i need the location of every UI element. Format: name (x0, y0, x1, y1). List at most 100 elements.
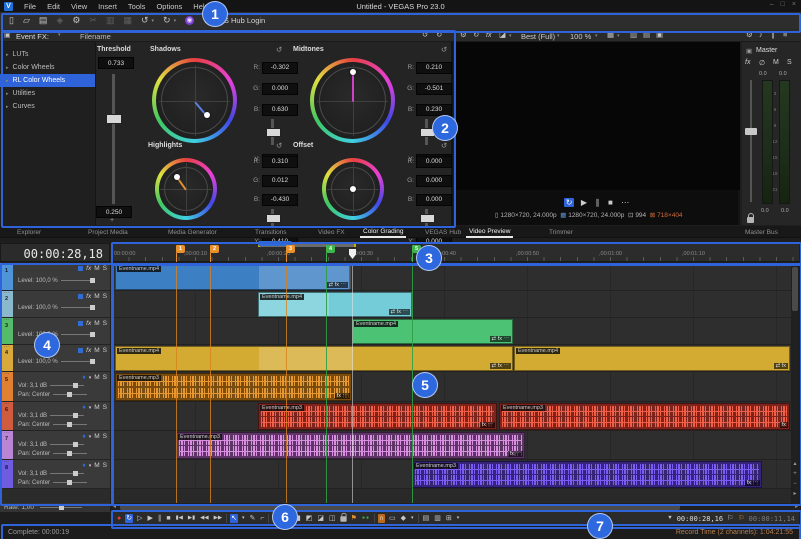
timeline-ruler[interactable]: 00:00:00 ,00:00:10 ,00:00:20 ,00:00:30 ,… (112, 243, 799, 262)
offset-wheel-dot[interactable] (350, 186, 356, 192)
highlights-y-slider[interactable] (271, 209, 274, 227)
prev-frame-button[interactable]: ◀◀ (199, 515, 209, 523)
clip-buttons[interactable]: ⇄ fx ⋯ (327, 282, 348, 288)
pan-move-icon[interactable]: + (110, 217, 114, 224)
vegas-hub-login-button[interactable]: VEGAS Hub Login (203, 16, 265, 25)
preview-external-monitor-icon[interactable]: ▣ (656, 31, 663, 39)
audio-clip[interactable]: Eventname.mp3 fx ⋯ (176, 432, 525, 459)
track-solo-button[interactable]: S (103, 320, 107, 327)
track-header-7[interactable]: ⋯7 ♦▾MS Vol: 3,1 dB Pan: Center (0, 431, 110, 460)
threshold-top-value[interactable]: 0.733 (98, 57, 134, 69)
marker-flag-4[interactable]: 4 (326, 245, 335, 253)
tab-project-media[interactable]: Project Media (85, 226, 131, 238)
zoom-in-icon[interactable]: + (791, 469, 799, 479)
master-gain-right[interactable]: 0.0 (779, 71, 787, 77)
fx-item-color-wheels[interactable]: ▸Color Wheels (0, 61, 95, 74)
timeline-events-area[interactable]: Eventname.mp4 ⇄ fx ⋯ Eventname.mp4 ⇄ fx … (112, 263, 799, 503)
track-color-strip[interactable]: ⋯6 (0, 402, 13, 430)
track-color-strip[interactable]: ⋯2 (0, 291, 13, 317)
preview-loop-play-button[interactable]: ↻ (564, 198, 575, 207)
offset-y-slider[interactable] (425, 209, 428, 227)
track-mute-button[interactable]: M (94, 265, 99, 272)
fx-item-luts[interactable]: ▸LUTs (0, 48, 95, 61)
next-frame-button[interactable]: ▶▶ (213, 515, 223, 523)
pan-slider[interactable] (53, 453, 87, 454)
cursor-time-display[interactable]: 00:00:28,16 (677, 515, 723, 523)
scrollbar-handle[interactable] (792, 267, 798, 311)
event-fx-panel-icon[interactable]: ▣ (4, 32, 11, 39)
fx-item-curves[interactable]: ▸Curves (0, 100, 95, 113)
track-solo-button[interactable]: S (103, 433, 107, 440)
track-fx-button[interactable]: fx (86, 347, 91, 354)
track-fx-button[interactable]: fx (86, 293, 91, 300)
offset-color-wheel[interactable] (322, 158, 384, 220)
tab-transitions[interactable]: Transitions (252, 226, 290, 238)
volume-slider[interactable] (50, 415, 84, 416)
highlights-r-value[interactable]: 0.310 (262, 156, 298, 168)
preview-overlay-dropdown-icon[interactable]: ▾ (509, 33, 512, 39)
grid-settings-button[interactable]: ⊞ (445, 514, 453, 523)
marker-flag-3[interactable]: 3 (286, 245, 295, 253)
tab-video-preview[interactable]: Video Preview (466, 226, 513, 238)
clip-buttons[interactable]: ⇄ fx ⋯ (389, 309, 410, 315)
group-button[interactable]: ◆ (400, 514, 407, 523)
stop-button[interactable]: ■ (165, 514, 171, 523)
track-mute-button[interactable]: M (94, 462, 99, 469)
selection-flag-icon[interactable]: ⚐ (737, 514, 745, 523)
paste-icon[interactable]: ▦ (123, 16, 132, 25)
track-envelope-icon[interactable]: ♦ (82, 404, 85, 411)
track-header-4[interactable]: ⋯4 fxMS Level: 100,0 % (0, 345, 110, 372)
open-project-icon[interactable]: ▱ (23, 16, 30, 25)
level-slider[interactable] (61, 361, 95, 362)
audio-clip[interactable]: Eventname.mp3 fx ⋯ (258, 403, 497, 430)
minimize-icon[interactable]: – (770, 1, 774, 8)
pan-slider[interactable] (53, 482, 87, 483)
trim-end-button[interactable]: ◨ (293, 514, 302, 523)
dropdown-icon[interactable]: ▾ (89, 463, 92, 469)
track-solo-button[interactable]: S (103, 347, 107, 354)
level-slider[interactable] (61, 280, 95, 281)
shadows-reset-icon[interactable]: ↺ (276, 45, 282, 54)
pan-slider[interactable] (53, 424, 87, 425)
preview-more-button[interactable]: ⋯ (619, 198, 631, 207)
audio-clip[interactable]: Eventname.mp3 fx (499, 403, 790, 430)
track-header-3[interactable]: ⋯3 fxMS Level: 100,0 % (0, 318, 110, 345)
split-button[interactable]: ◫ (328, 514, 337, 523)
master-meter-icon[interactable]: ∥ (771, 31, 775, 39)
play-button[interactable]: ▶ (147, 514, 154, 523)
trim-start-button[interactable]: ◧ (282, 514, 291, 523)
offset-g-value[interactable]: 0.000 (416, 175, 452, 187)
volume-slider[interactable] (50, 473, 84, 474)
master-solo-button[interactable]: S (787, 59, 792, 66)
dropdown-icon[interactable]: ▾ (89, 375, 92, 381)
clip-buttons[interactable]: ⇄ fx (774, 363, 788, 369)
shadows-color-wheel[interactable] (152, 58, 237, 143)
audio-clip[interactable]: Eventname.mp3 fx ⋯ (412, 461, 762, 488)
snapping-button[interactable]: ∩ (378, 514, 385, 523)
go-to-end-button[interactable]: ▶▮ (187, 515, 196, 523)
audio-clip[interactable]: Eventname.mp3 fx ⋯ (115, 373, 352, 401)
tab-explorer[interactable]: Explorer (14, 226, 44, 238)
tab-trimmer[interactable]: Trimmer (546, 226, 576, 238)
scroll-left-icon[interactable]: ◂ (113, 503, 116, 510)
play-from-start-button[interactable]: ▷ (136, 514, 143, 523)
group-dropdown-icon[interactable]: ▾ (410, 515, 415, 522)
copy-icon[interactable]: ▥ (106, 16, 115, 25)
preview-snapshot-icon[interactable]: ▤ (643, 31, 650, 39)
mixer-button[interactable]: ▤ (422, 514, 431, 523)
marker-flag-2[interactable]: 2 (210, 245, 219, 253)
tab-color-grading[interactable]: Color Grading (360, 226, 406, 238)
track-fx-button[interactable]: fx (86, 320, 91, 327)
level-slider[interactable] (61, 307, 95, 308)
master-phase-button[interactable]: ∅ (759, 59, 765, 67)
scroll-up-icon[interactable]: ▴ (791, 459, 799, 469)
video-preview-screen[interactable] (455, 42, 740, 190)
midtones-r-value[interactable]: 0.210 (416, 62, 452, 74)
midtones-color-wheel[interactable] (310, 58, 395, 143)
preview-zoom-dropdown-icon[interactable]: ▾ (595, 33, 598, 39)
lock-icon[interactable] (747, 217, 754, 223)
playhead-line[interactable] (352, 263, 353, 503)
track-header-5[interactable]: ⋯5 ♦▾MS Vol: 3,1 dB Pan: Center (0, 372, 110, 402)
rate-slider[interactable] (40, 507, 82, 508)
fx-item-rl-color-wheels[interactable]: ▸RL Color Wheels (0, 74, 95, 87)
